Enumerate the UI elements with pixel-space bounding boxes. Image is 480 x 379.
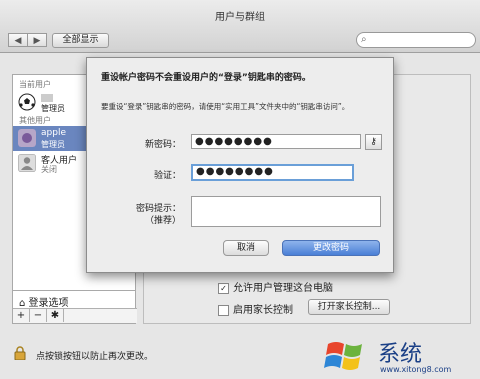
window-title: 用户与群组 xyxy=(215,12,265,23)
checkmark-icon: ✓ xyxy=(218,282,229,294)
verify-password-field[interactable]: ●●●●●●●● xyxy=(191,164,354,181)
dialog-subtitle: 要重设“登录”钥匙串的密码，请使用“实用工具”文件夹中的“钥匙串访问”。 xyxy=(101,102,350,111)
window-titlebar: 用户与群组 ◀ ▶ 全部显示 ⌕ xyxy=(0,0,480,53)
hint-sub-label: （推荐） xyxy=(144,216,181,226)
sidebar-footer: ⌂ 登录选项 + − ✱ xyxy=(12,290,137,324)
gear-icon[interactable]: ✱ xyxy=(47,309,64,322)
search-input[interactable]: ⌕ xyxy=(356,32,476,48)
lock-text: 点按锁按钮以防止再次更改。 xyxy=(36,352,154,362)
user-role: 管理员 xyxy=(41,140,65,149)
remove-user-button[interactable]: − xyxy=(30,309,47,322)
person-icon xyxy=(18,154,36,172)
add-user-button[interactable]: + xyxy=(13,309,30,322)
back-button[interactable]: ◀ xyxy=(8,33,28,47)
verify-label: 验证： xyxy=(153,171,181,181)
reset-password-dialog: 重设帐户密码不会重设用户的“登录”钥匙串的密码。 要重设“登录”钥匙串的密码，请… xyxy=(86,57,394,273)
lock-icon[interactable] xyxy=(14,346,26,360)
parental-controls-label: 启用家长控制 xyxy=(233,305,293,316)
parental-controls-checkbox[interactable]: 启用家长控制 xyxy=(218,301,293,316)
user-role: 管理员 xyxy=(41,104,65,113)
watermark-text: 系统 xyxy=(378,342,423,367)
forward-button[interactable]: ▶ xyxy=(27,33,47,47)
soccer-ball-icon xyxy=(18,93,36,111)
user-name: apple xyxy=(41,128,66,138)
show-all-button[interactable]: 全部显示 xyxy=(52,33,109,48)
watermark-url: www.xitong8.com xyxy=(380,365,452,374)
user-avatar-icon xyxy=(18,129,36,147)
redacted-username xyxy=(41,94,53,102)
watermark: 系统 www.xitong8.com xyxy=(318,334,480,379)
user-list-toolbar: + − ✱ xyxy=(13,308,137,323)
allow-admin-checkbox[interactable]: ✓ 允许用户管理这台电脑 xyxy=(218,279,333,294)
new-password-label: 新密码： xyxy=(144,140,181,150)
key-icon[interactable]: ⚷ xyxy=(365,134,382,150)
cancel-button[interactable]: 取消 xyxy=(223,240,269,256)
dialog-title: 重设帐户密码不会重设用户的“登录”钥匙串的密码。 xyxy=(101,73,311,83)
login-options[interactable]: ⌂ 登录选项 xyxy=(19,294,69,309)
allow-admin-label: 允许用户管理这台电脑 xyxy=(233,283,333,294)
user-role: 关闭 xyxy=(41,165,57,174)
new-password-field[interactable]: ●●●●●●●● xyxy=(191,134,361,149)
change-password-button[interactable]: 更改密码 xyxy=(282,240,380,256)
search-icon: ⌕ xyxy=(361,34,367,45)
windows-logo-icon xyxy=(324,342,362,370)
checkbox-empty-icon xyxy=(218,304,229,316)
password-hint-field[interactable] xyxy=(191,196,381,227)
open-parental-controls-button[interactable]: 打开家长控制... xyxy=(308,299,390,315)
